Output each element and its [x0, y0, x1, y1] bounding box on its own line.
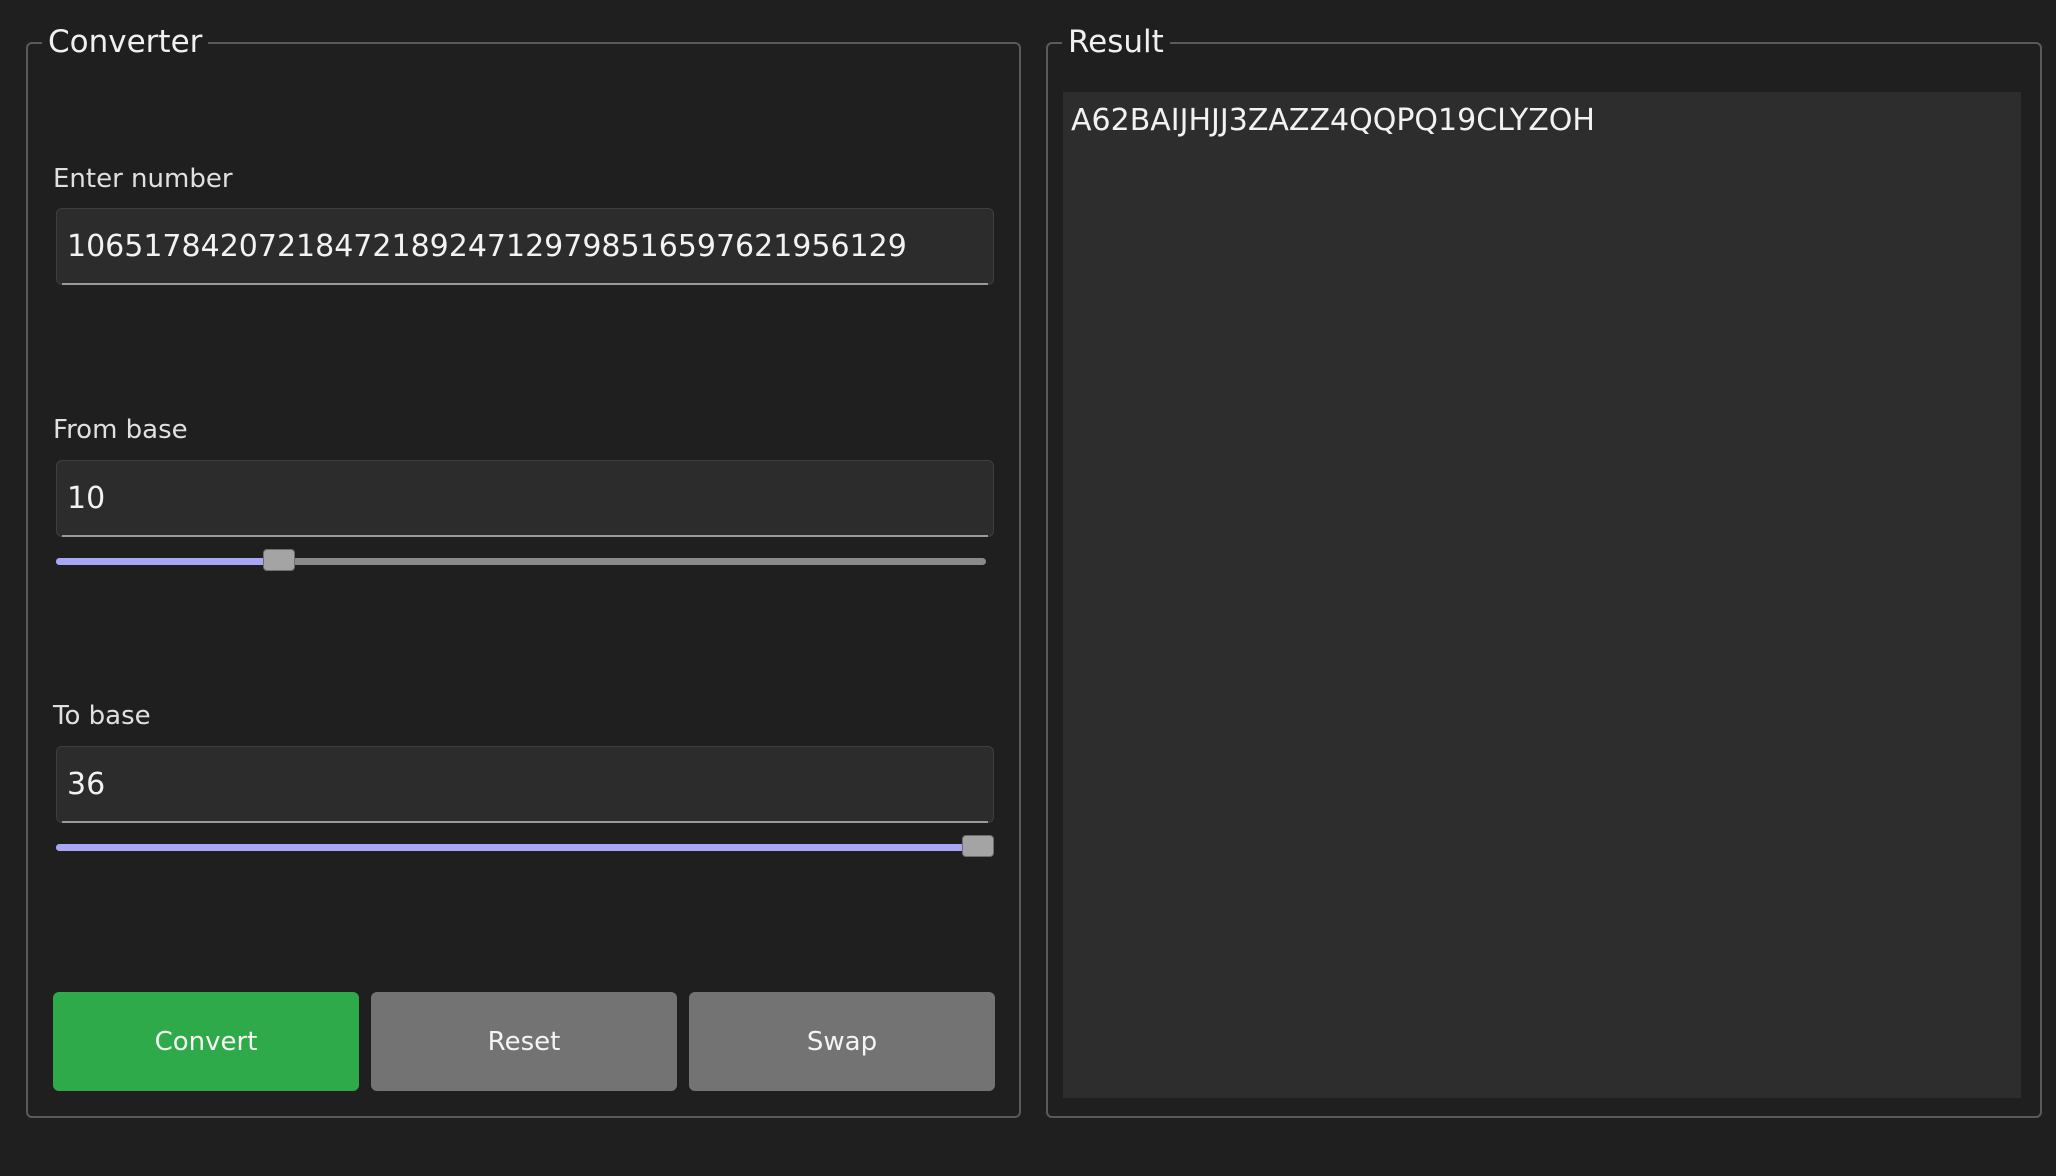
to-base-input[interactable] [56, 746, 994, 823]
number-input[interactable] [56, 208, 994, 285]
to-base-slider[interactable] [56, 835, 994, 859]
from-base-input-underline [62, 535, 988, 537]
from-base-slider[interactable] [56, 549, 994, 573]
from-base-slider-fill [56, 558, 280, 565]
reset-button[interactable]: Reset [371, 992, 677, 1091]
from-base-input[interactable] [56, 460, 994, 537]
to-base-slider-fill [56, 844, 978, 851]
from-base-slider-handle[interactable] [263, 549, 296, 571]
swap-button[interactable]: Swap [689, 992, 995, 1091]
to-base-input-underline [62, 821, 988, 823]
from-base-label: From base [53, 415, 188, 445]
convert-button[interactable]: Convert [53, 992, 359, 1091]
number-input-underline [62, 283, 988, 285]
result-output[interactable]: A62BAIJHJJ3ZAZZ4QQPQ19CLYZOH [1063, 92, 2021, 1098]
result-group: Result A62BAIJHJJ3ZAZZ4QQPQ19CLYZOH [1046, 22, 2042, 1118]
converter-group: Converter Enter number From base To base… [26, 22, 1021, 1118]
result-group-title: Result [1062, 22, 1170, 62]
to-base-slider-handle[interactable] [962, 835, 994, 857]
enter-number-label: Enter number [53, 164, 233, 194]
to-base-label: To base [53, 701, 151, 731]
converter-group-title: Converter [42, 22, 209, 62]
